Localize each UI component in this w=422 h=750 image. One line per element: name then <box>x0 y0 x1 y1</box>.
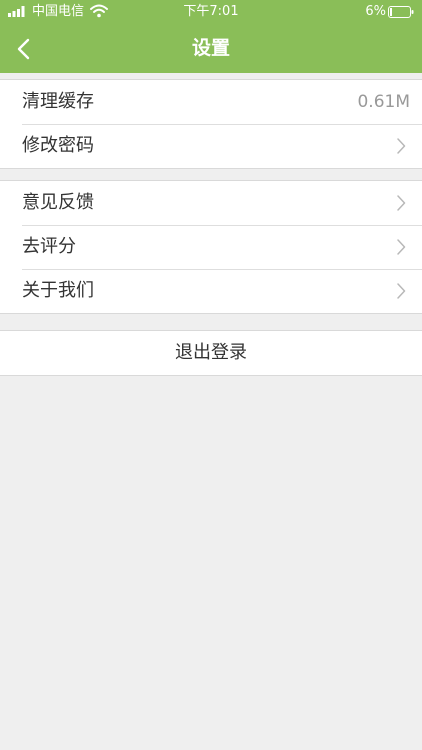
logout-label: 退出登录 <box>175 342 247 363</box>
battery-icon <box>388 6 414 18</box>
status-bar: 中国电信 下午7:01 6% <box>0 0 422 24</box>
clear-cache-label: 清理缓存 <box>22 91 94 112</box>
change-password-row[interactable]: 修改密码 <box>0 124 422 168</box>
about-us-row[interactable]: 关于我们 <box>0 269 422 313</box>
rate-app-row[interactable]: 去评分 <box>0 225 422 269</box>
logout-group: 退出登录 <box>0 330 422 376</box>
back-button[interactable] <box>10 34 40 64</box>
cache-size-value: 0.61M <box>357 92 410 112</box>
about-us-label: 关于我们 <box>22 280 94 301</box>
settings-group-cache-password: 清理缓存 0.61M 修改密码 <box>0 79 422 169</box>
settings-group-feedback: 意见反馈 去评分 关于我们 <box>0 180 422 314</box>
logout-button[interactable]: 退出登录 <box>0 331 422 375</box>
change-password-label: 修改密码 <box>22 135 94 156</box>
rate-app-label: 去评分 <box>22 236 76 257</box>
clear-cache-row[interactable]: 清理缓存 0.61M <box>0 80 422 124</box>
feedback-label: 意见反馈 <box>22 192 94 213</box>
chevron-left-icon <box>17 38 30 60</box>
chevron-right-icon <box>397 283 406 299</box>
status-time: 下午7:01 <box>183 4 239 19</box>
feedback-row[interactable]: 意见反馈 <box>0 181 422 225</box>
header: 中国电信 下午7:01 6% 设置 <box>0 0 422 73</box>
chevron-right-icon <box>397 138 406 154</box>
chevron-right-icon <box>397 239 406 255</box>
battery-percentage: 6% <box>365 4 386 19</box>
page-title: 设置 <box>191 37 230 59</box>
chevron-right-icon <box>397 195 406 211</box>
navigation-bar: 设置 <box>0 24 422 73</box>
